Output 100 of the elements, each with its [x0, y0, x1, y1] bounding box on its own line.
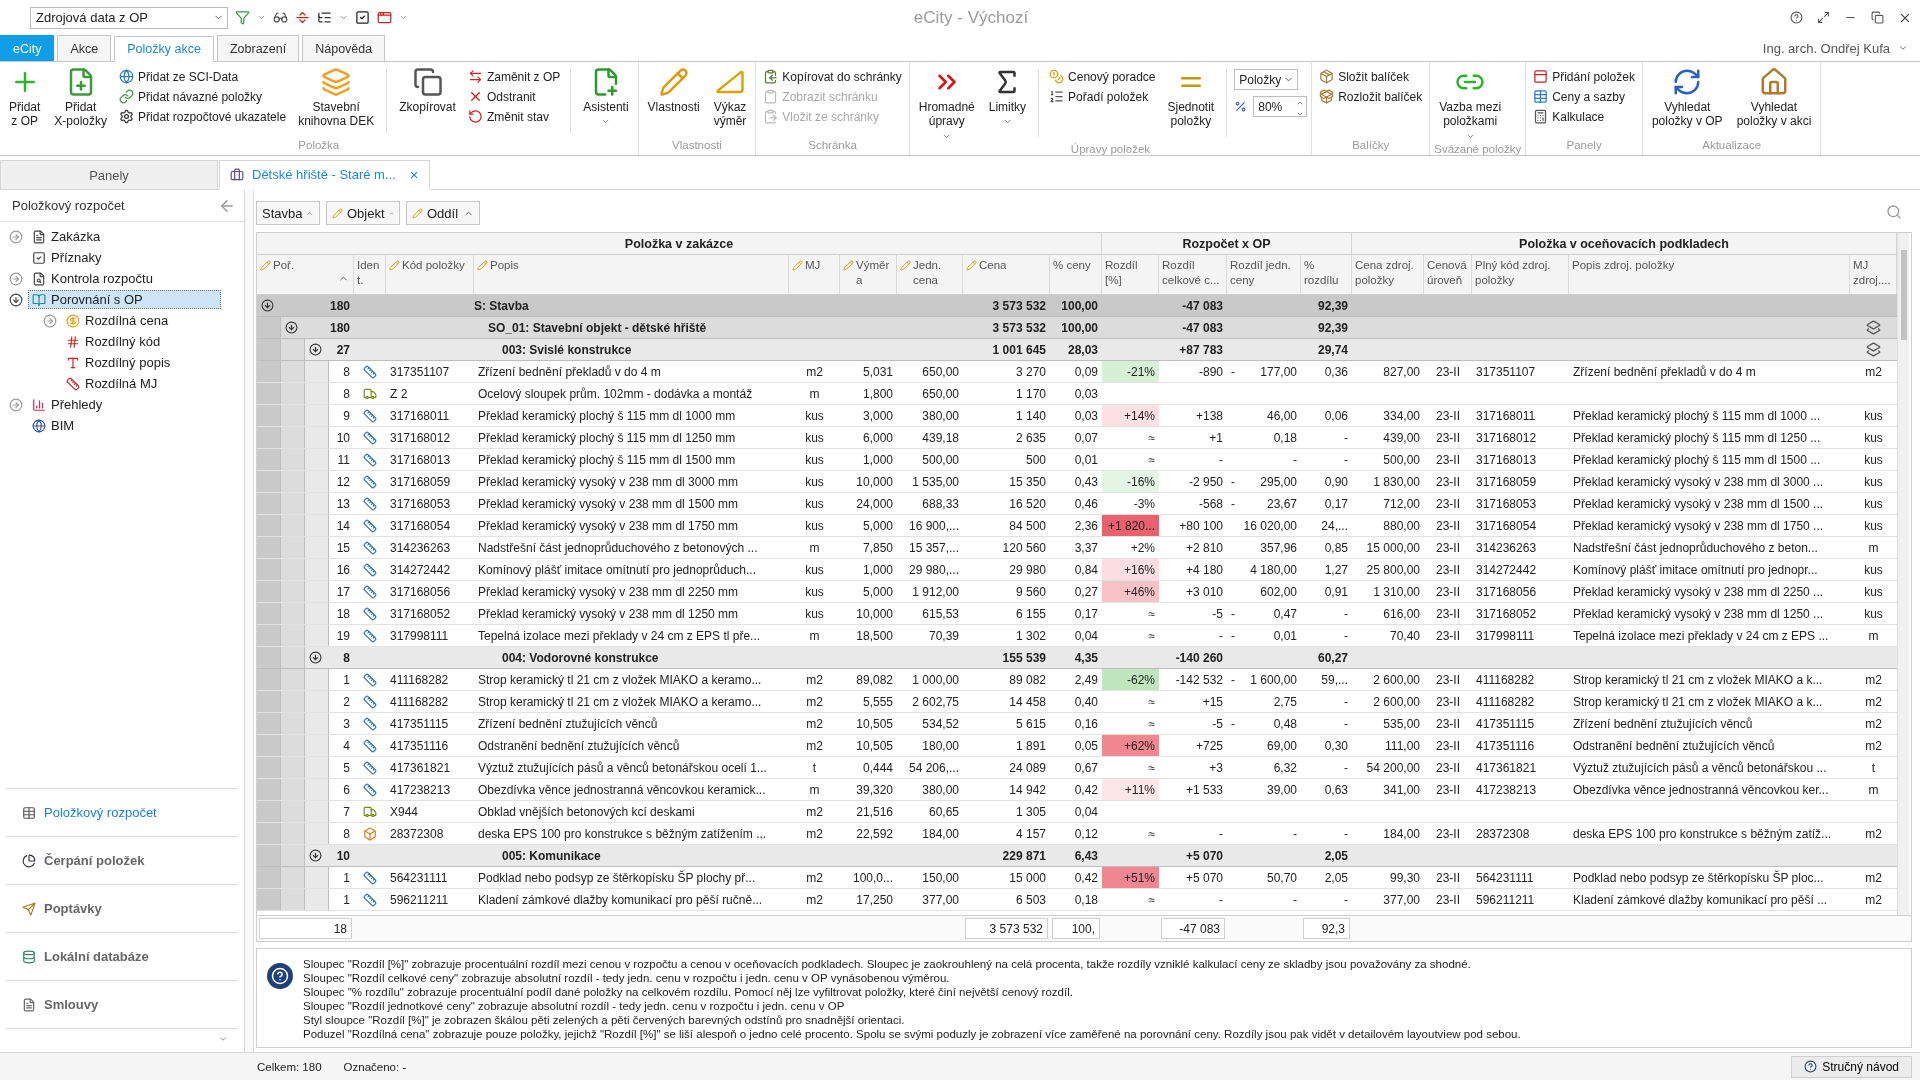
column-header[interactable]: Cena zdroj. položky [1352, 255, 1424, 294]
column-header[interactable]: Jedn. cena [897, 255, 963, 294]
group-by-chip[interactable]: Objekt [326, 201, 400, 225]
ribbon-button[interactable]: Kopírovat do schránky [760, 67, 905, 86]
scrollbar[interactable] [1897, 233, 1909, 915]
help-icon[interactable] [1790, 11, 1803, 24]
fullscreen-icon[interactable] [1817, 11, 1830, 24]
ribbon-button[interactable]: Odstranit [464, 87, 564, 106]
column-header[interactable]: Kód položky [386, 255, 474, 294]
tree-item[interactable]: Porovnání s OP [28, 290, 221, 309]
ribbon-button[interactable]: Sjednotit položky [1162, 65, 1220, 131]
column-header[interactable]: MJ [789, 255, 840, 294]
group-row[interactable]: 180 S: Stavba 3 573 532 100,00 -47 083 92,39 [257, 295, 1897, 317]
tree-item[interactable]: Rozdílný kód [62, 332, 165, 351]
tree-item[interactable]: Zakázka [28, 227, 105, 246]
ribbon-button[interactable]: Limitky [983, 65, 1032, 129]
ribbon-button[interactable]: Složit balíček [1316, 67, 1426, 86]
ribbon-button[interactable]: Cenový poradce [1046, 67, 1159, 86]
collapse-icon[interactable] [308, 651, 322, 664]
document-tab[interactable]: Dětské hřiště - Staré m... × [219, 160, 430, 190]
nav-item[interactable]: Čerpání položek [6, 836, 238, 884]
menu-tab[interactable]: Akce [57, 35, 112, 61]
checkbox-icon[interactable] [355, 10, 370, 25]
expand-icon[interactable] [9, 229, 23, 244]
ribbon-button[interactable]: Ceny a sazby [1530, 87, 1638, 106]
user-name[interactable]: Ing. arch. Ondřej Kufa [1762, 40, 1890, 56]
nav-item[interactable]: Poptávky [6, 884, 238, 932]
search-icon[interactable] [1886, 203, 1902, 220]
group-by-chip[interactable]: Oddíl [406, 201, 480, 225]
dropdown-field[interactable]: Položky [1234, 69, 1299, 90]
group-row[interactable]: 10 005: Komunikace 229 871 6,43 +5 070 2,05 [257, 845, 1897, 867]
tree-item[interactable]: Rozdílný popis [62, 353, 175, 372]
menu-tab[interactable]: Nápověda [302, 35, 386, 61]
column-header[interactable]: % ceny [1050, 255, 1102, 294]
close-button[interactable]: × [409, 166, 419, 183]
collapse-icon[interactable] [9, 292, 23, 307]
ribbon-button[interactable]: Vazba mezi položkami [1434, 65, 1507, 143]
expand-icon[interactable] [43, 313, 57, 328]
ribbon-button[interactable]: Vyhledat položky v OP [1646, 65, 1728, 131]
glasses-icon[interactable] [273, 10, 288, 25]
column-header[interactable]: Cenová úroveň [1424, 255, 1472, 294]
group-by-chip[interactable]: Stavba [256, 201, 320, 225]
ribbon-button[interactable]: Pořadí položek [1046, 87, 1159, 106]
column-header[interactable]: Rozdíl jedn. ceny [1227, 255, 1301, 294]
column-header[interactable]: Výměra [840, 255, 897, 294]
ribbon-button[interactable]: Rozložit balíček [1316, 87, 1426, 106]
column-header[interactable]: Popis zdroj. položky [1569, 255, 1850, 294]
tree-item[interactable]: Příznaky [28, 248, 106, 267]
ribbon-button[interactable]: Výkaz výměr [708, 65, 752, 131]
ribbon-button[interactable]: Přidat z OP [4, 65, 46, 131]
group-row[interactable]: 180 SO_01: Stavební objekt - dětské hřiště 3 573 532 100,00 -47 083 92,39 [257, 317, 1897, 339]
split-icon[interactable] [295, 10, 310, 25]
nav-item[interactable]: Lokální databáze [6, 932, 238, 980]
filter-icon[interactable] [235, 10, 250, 25]
column-header[interactable]: Popis [474, 255, 789, 294]
ribbon-button[interactable]: Zkopírovat [394, 65, 461, 117]
column-header[interactable]: Poř. [257, 255, 354, 294]
ribbon-button[interactable]: Přidání položek [1530, 67, 1638, 86]
collapse-icon[interactable] [308, 343, 322, 356]
ribbon-button[interactable]: Vyhledat položky v akci [1731, 65, 1817, 131]
source-select[interactable]: Zdrojová data z OP [30, 6, 228, 29]
tree-item[interactable]: BIM [28, 416, 79, 435]
restore-icon[interactable] [1871, 11, 1884, 24]
tree-item[interactable]: Rozdílná MJ [62, 374, 162, 393]
ribbon-button[interactable]: Vlastnosti [642, 65, 705, 117]
column-header[interactable]: Plný kód zdroj. položky [1472, 255, 1569, 294]
ribbon-button[interactable]: Změnit stav [464, 107, 564, 126]
collapse-icon[interactable] [284, 321, 298, 334]
ribbon-button[interactable]: Přidat rozpočtové ukazatele [116, 107, 290, 126]
column-header[interactable]: Rozdíl [%] [1102, 255, 1159, 294]
group-row[interactable]: 27 003: Svislé konstrukce 1 001 645 28,03 +87 783 29,74 [257, 339, 1897, 361]
ribbon-button[interactable]: Stavební knihovna DEK [293, 65, 380, 131]
column-header[interactable]: Cena [963, 255, 1050, 294]
tree-item[interactable]: Rozdílná cena [62, 311, 173, 330]
group-row[interactable]: 8 004: Vodorovné konstrukce 155 539 4,35 -140 260 60,27 [257, 647, 1897, 669]
ribbon-button[interactable]: Zaměnit z OP [464, 67, 564, 86]
menu-tab[interactable]: Zobrazení [216, 35, 300, 61]
ribbon-button[interactable]: Kalkulace [1530, 107, 1638, 126]
collapse-icon[interactable] [260, 299, 274, 312]
column-header[interactable]: % rozdílu [1301, 255, 1352, 294]
column-header[interactable]: Ident. [354, 255, 386, 294]
column-header[interactable]: MJ zdroj.... [1850, 255, 1897, 294]
expand-icon[interactable] [9, 397, 23, 412]
menu-tab[interactable]: Položky akce [114, 36, 214, 62]
spinner-field[interactable]: 80% [1253, 96, 1308, 117]
ribbon-button[interactable]: Asistenti [578, 65, 634, 129]
column-header[interactable]: Rozdíl celkové c... [1159, 255, 1227, 294]
expand-icon[interactable] [9, 271, 23, 286]
collapse-icon[interactable] [308, 849, 322, 862]
ribbon-button[interactable]: Přidat ze SCI-Data [116, 67, 290, 86]
tree-item[interactable]: Kontrola rozpočtu [28, 269, 157, 288]
window-icon[interactable] [377, 10, 392, 25]
nav-item[interactable]: Položkový rozpočet [6, 788, 238, 836]
nav-item[interactable]: Smlouvy [6, 980, 238, 1028]
ribbon-button[interactable]: Hromadné úpravy [913, 65, 980, 143]
ribbon-button[interactable]: Přidat X-položky [49, 65, 113, 131]
tree-item[interactable]: Přehledy [28, 395, 107, 414]
tree-icon[interactable] [317, 10, 332, 25]
guide-button[interactable]: Stručný návod [1791, 1055, 1912, 1078]
panels-tab[interactable]: Panely [0, 160, 218, 189]
